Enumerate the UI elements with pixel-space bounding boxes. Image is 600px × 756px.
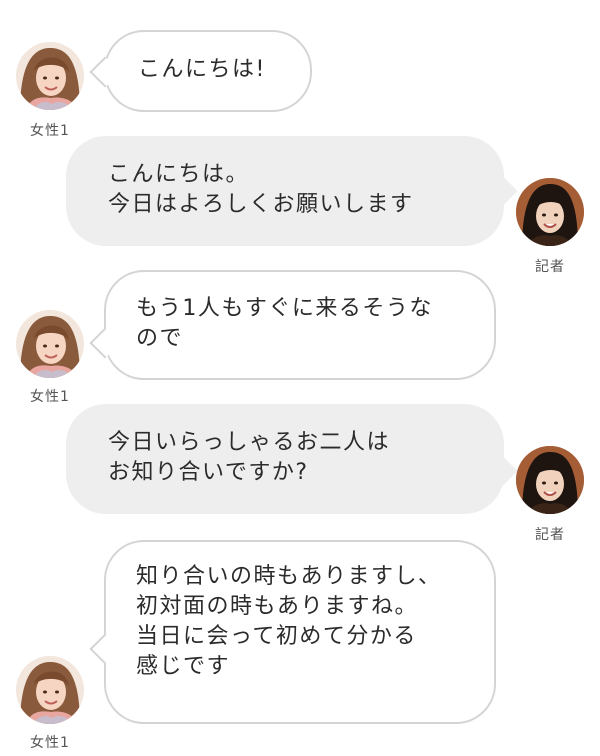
bubble-tail bbox=[89, 327, 121, 359]
speaker-name: 女性1 bbox=[30, 735, 70, 751]
reporter-avatar-icon bbox=[516, 446, 584, 514]
reporter-avatar-icon bbox=[516, 178, 584, 246]
speaker-name: 記者 bbox=[535, 527, 565, 543]
bubble-tail bbox=[486, 455, 518, 487]
bubble-tail bbox=[486, 175, 518, 207]
woman-avatar-icon bbox=[16, 42, 84, 110]
bubble-tail bbox=[89, 56, 121, 88]
chat-bubble: 今日いらっしゃるお二人は お知り合いですか? bbox=[66, 404, 518, 514]
chat-bubble: 知り合いの時もありますし、 初対面の時もありますね。 当日に会って初めて分かる … bbox=[89, 540, 496, 724]
speaker-name: 記者 bbox=[535, 259, 565, 275]
speaker-name: 女性1 bbox=[30, 123, 70, 139]
chat-bubble: こんにちは。 今日はよろしくお願いします bbox=[66, 136, 518, 246]
chat-bubble: こんにちは! bbox=[89, 30, 312, 112]
message-text: こんにちは。 今日はよろしくお願いします bbox=[108, 162, 414, 217]
woman-avatar-icon bbox=[16, 656, 84, 724]
message-text: 知り合いの時もありますし、 初対面の時もありますね。 当日に会って初めて分かる … bbox=[136, 564, 442, 679]
speaker-name: 女性1 bbox=[30, 389, 70, 405]
chat-bubble: もう1人もすぐに来るそうな ので bbox=[89, 270, 496, 380]
bubble-tail bbox=[89, 633, 121, 665]
message-text: こんにちは! bbox=[138, 57, 266, 82]
message-text: もう1人もすぐに来るそうな ので bbox=[136, 296, 433, 351]
woman-avatar-icon bbox=[16, 310, 84, 378]
message-text: 今日いらっしゃるお二人は お知り合いですか? bbox=[108, 430, 391, 485]
